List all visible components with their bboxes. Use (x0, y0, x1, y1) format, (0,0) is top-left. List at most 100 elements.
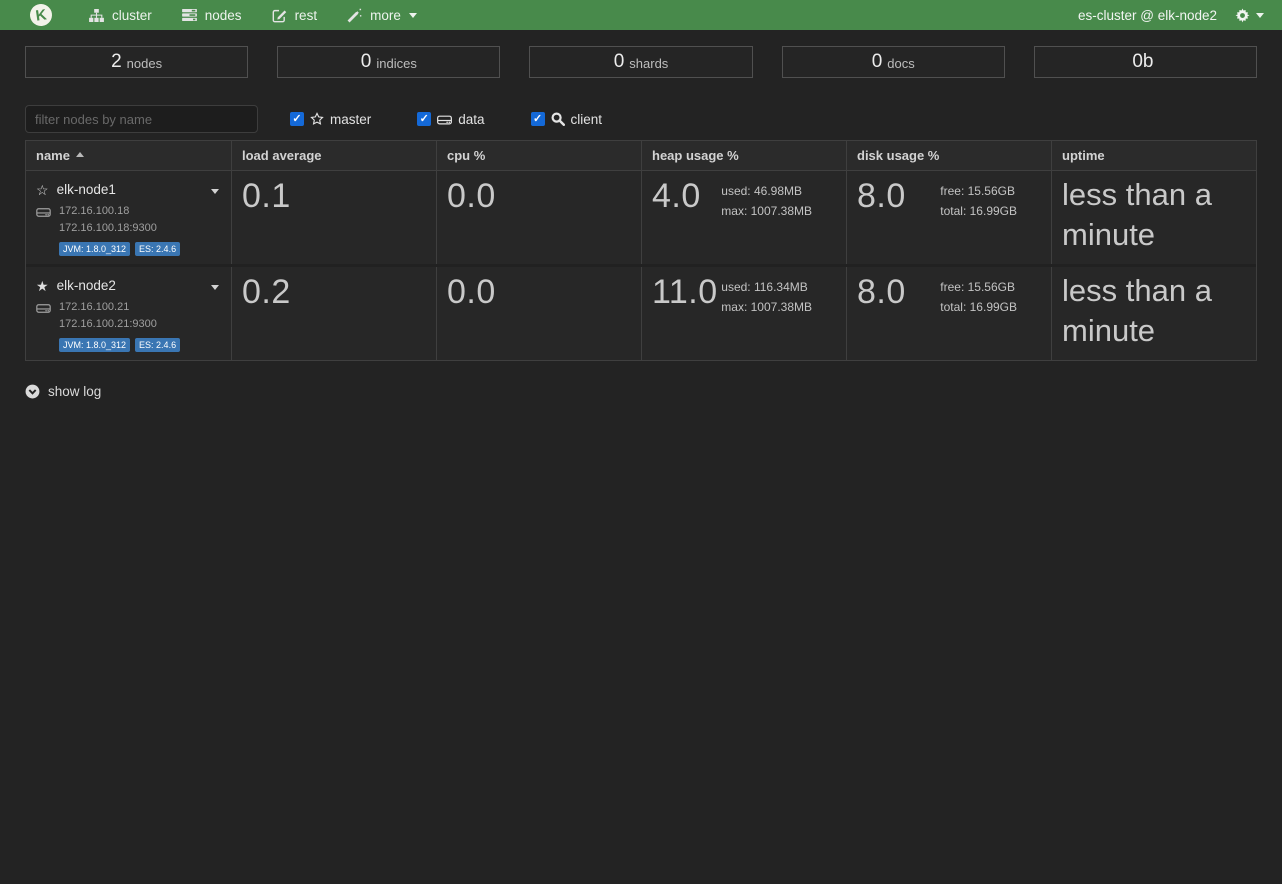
caret-down-icon (211, 189, 219, 194)
table-row: elk-node1 172.16.100.18 172.16.100.1 (26, 171, 1256, 264)
gear-icon (1235, 8, 1250, 23)
nav-item-nodes[interactable]: nodes (167, 0, 257, 30)
node-name: elk-node2 (57, 278, 116, 293)
navbar: K cluster nodes (0, 0, 1282, 30)
column-label: disk usage % (857, 148, 939, 163)
node-transport-address: 172.16.100.21:9300 (59, 318, 221, 330)
heap-used: used: 116.34MB (721, 277, 812, 297)
current-master-star-icon (36, 279, 49, 293)
table-header: name load average cpu % heap usage % dis… (26, 141, 1256, 171)
heap-usage-value: 4.0 (652, 178, 701, 215)
heap-detail: used: 46.98MB max: 1007.38MB (721, 178, 812, 221)
magic-icon (347, 8, 362, 23)
uptime-cell: less than a minute (1051, 171, 1256, 264)
stat-label: shards (629, 56, 668, 71)
heap-max: max: 1007.38MB (721, 297, 812, 317)
nav-item-label: cluster (112, 8, 152, 23)
column-header-cpu[interactable]: cpu % (436, 141, 641, 170)
hdd-icon (437, 113, 452, 125)
stat-value: 0 (614, 51, 625, 73)
load-average-value: 0.1 (242, 178, 291, 215)
cluster-selector[interactable]: es-cluster @ elk-node2 (1078, 8, 1217, 23)
stat-label: docs (887, 56, 914, 71)
node-name-cell: elk-node2 172.16.100.21 172.16.100.2 (26, 267, 231, 360)
stat-value: 0 (361, 51, 372, 73)
stat-value: 0 (872, 51, 883, 73)
cluster-stats-row: 2 nodes 0 indices 0 shards 0 docs 0b (25, 46, 1257, 78)
load-average-cell: 0.2 (231, 267, 436, 360)
node-address: 172.16.100.18 (59, 205, 129, 217)
es-version-badge: ES: 2.4.6 (135, 242, 180, 256)
checkbox-checked-icon[interactable] (290, 112, 304, 126)
disk-usage-value: 8.0 (857, 274, 906, 311)
load-average-cell: 0.1 (231, 171, 436, 264)
hdd-icon (36, 206, 51, 217)
nav-item-rest[interactable]: rest (257, 0, 333, 30)
checkbox-checked-icon[interactable] (531, 112, 545, 126)
caret-down-icon (1256, 13, 1264, 18)
nav-item-more[interactable]: more (332, 0, 432, 30)
column-label: cpu % (447, 148, 485, 163)
table-row: elk-node2 172.16.100.21 172.16.100.2 (26, 264, 1256, 360)
column-label: load average (242, 148, 322, 163)
column-header-load-average[interactable]: load average (231, 141, 436, 170)
disk-usage-cell: 8.0 free: 15.56GB total: 16.99GB (846, 171, 1051, 264)
settings-menu[interactable] (1235, 8, 1268, 23)
column-label: uptime (1062, 148, 1105, 163)
show-log-label: show log (48, 384, 101, 399)
stat-shards: 0 shards (529, 46, 752, 78)
cpu-value: 0.0 (447, 178, 496, 215)
master-eligible-star-icon (36, 183, 49, 197)
heap-used: used: 46.98MB (721, 181, 812, 201)
nav-item-label: more (370, 8, 401, 23)
nodes-table: name load average cpu % heap usage % dis… (25, 140, 1257, 361)
column-header-heap-usage[interactable]: heap usage % (641, 141, 846, 170)
stat-indices: 0 indices (277, 46, 500, 78)
node-address: 172.16.100.21 (59, 301, 129, 313)
disk-usage-cell: 8.0 free: 15.56GB total: 16.99GB (846, 267, 1051, 360)
column-label: heap usage % (652, 148, 739, 163)
tasks-icon (182, 9, 197, 21)
node-actions-dropdown[interactable] (209, 179, 221, 200)
column-label: name (36, 148, 70, 163)
node-name-cell: elk-node1 172.16.100.18 172.16.100.1 (26, 171, 231, 264)
es-version-badge: ES: 2.4.6 (135, 338, 180, 352)
checkbox-data[interactable]: data (417, 112, 484, 127)
sort-asc-icon (76, 152, 84, 157)
disk-usage-value: 8.0 (857, 178, 906, 215)
column-header-uptime[interactable]: uptime (1051, 141, 1256, 170)
node-actions-dropdown[interactable] (209, 275, 221, 296)
column-header-disk-usage[interactable]: disk usage % (846, 141, 1051, 170)
edit-icon (272, 8, 287, 23)
caret-down-icon (211, 285, 219, 290)
load-average-value: 0.2 (242, 274, 291, 311)
kopf-logo[interactable]: K (29, 3, 54, 28)
cpu-cell: 0.0 (436, 267, 641, 360)
stat-value: 2 (111, 51, 122, 73)
heap-max: max: 1007.38MB (721, 201, 812, 221)
hdd-icon (36, 302, 51, 313)
column-header-name[interactable]: name (26, 141, 231, 170)
search-icon (551, 112, 565, 126)
show-log-toggle[interactable]: show log (25, 384, 101, 399)
stat-nodes: 2 nodes (25, 46, 248, 78)
checkbox-client[interactable]: client (531, 112, 603, 127)
node-filter-input[interactable] (25, 105, 258, 133)
checkbox-label: client (571, 112, 603, 127)
cpu-cell: 0.0 (436, 171, 641, 264)
disk-detail: free: 15.56GB total: 16.99GB (940, 178, 1017, 221)
stat-docs: 0 docs (782, 46, 1005, 78)
disk-free: free: 15.56GB (940, 181, 1017, 201)
navbar-right: es-cluster @ elk-node2 (1078, 8, 1268, 23)
sitemap-icon (89, 9, 104, 22)
nav-item-label: rest (295, 8, 318, 23)
nav-item-cluster[interactable]: cluster (74, 0, 167, 30)
checkbox-master[interactable]: master (290, 112, 371, 127)
nav-item-label: nodes (205, 8, 242, 23)
node-transport-address: 172.16.100.18:9300 (59, 222, 221, 234)
disk-detail: free: 15.56GB total: 16.99GB (940, 274, 1017, 317)
checkbox-label: master (330, 112, 371, 127)
stat-label: nodes (127, 56, 162, 71)
uptime-cell: less than a minute (1051, 267, 1256, 360)
checkbox-checked-icon[interactable] (417, 112, 431, 126)
